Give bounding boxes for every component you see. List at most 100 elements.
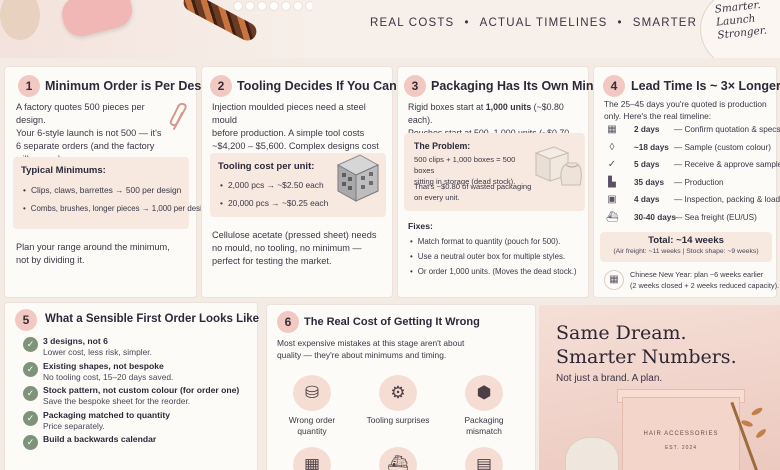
fix-item: Match format to quantity (pouch for 500)… [410,236,561,248]
problem-cost-text: That's ~$0.80 of wasted packaging on ever… [414,182,532,202]
card-title: What a Sensible First Order Looks Like [45,313,260,325]
panel-title: The Problem: [414,141,471,151]
tagline-separator: • [464,17,470,29]
card-title: Minimum Order is Per Design [45,79,221,93]
bow-decoration [0,0,40,40]
timeline-days: 4 days [634,195,660,204]
timeline-row: 5 days — Receive & approve sample [634,160,780,169]
minimum-item: Clips, claws, barrettes → 500 per design [23,184,181,196]
step-number: 6 [277,311,299,333]
order-tip-detail: Price separately. [43,420,105,431]
total-panel: Total: ~14 weeks (Air freight: ~11 weeks… [600,232,772,262]
timeline-days: ~18 days [634,142,669,152]
gear-icon: ⚙ [379,375,417,411]
timeline-step: — Receive & approve sample [674,160,780,169]
timeline-step: — Sample (custom colour) [674,142,771,152]
promo-headline: Same Dream. Smarter Numbers. [556,322,737,368]
check-icon: ✓ [23,386,38,401]
ship-icon: ⛴ [606,211,619,223]
badge-text: Smarter. Launch Stronger. [714,0,768,42]
cube-icon: ⬢ [465,375,503,411]
pouch-image [565,437,619,470]
header-banner: REAL COSTS•ACTUAL TIMELINES•SMARTER DECI… [0,0,780,58]
tagline-actual-timelines: ACTUAL TIMELINES [479,17,608,29]
minimums-panel: Typical Minimums: Clips, claws, barrette… [13,157,211,229]
drop-icon: ◊ [609,141,615,153]
step-number: 2 [210,75,232,97]
leaf-decoration [750,406,764,417]
ship-icon: ⛴ [379,447,417,470]
card-footer: Cellulose acetate (pressed sheet) needs n… [212,230,377,266]
check-icon: ✓ [23,435,38,450]
minimum-item: Combs, brushes, longer pieces → 1,000 pe… [23,203,211,215]
box-label: HAIR ACCESSORIES [643,431,719,437]
step-number: 3 [404,75,426,97]
order-tip-title: Build a backwards calendar [43,434,157,444]
step-number: 1 [18,75,40,97]
mistake-label: Wrong order quantity [288,415,336,436]
card-title: The Real Cost of Getting It Wrong [304,316,480,328]
order-tip-title: Existing shapes, not bespoke [43,360,164,371]
timeline-row: 30-40 days— Sea freight (EU/US) [634,213,757,222]
check-icon: ✓ [23,410,38,426]
order-tip-title: 3 designs, not 6 [43,336,108,346]
factory-icon: ▙ [608,176,616,188]
calculator-icon: ▤ [465,447,503,470]
coins-icon: ⛁ [293,375,331,411]
promo-panel: Same Dream. Smarter Numbers. Not just a b… [539,305,780,470]
fix-item: Use a neutral outer box for multiple sty… [410,251,565,263]
total-alternatives: (Air freight: ~11 weeks | Stock shape: ~… [613,248,759,255]
card-packaging: 3 Packaging Has Its Own Minimum Rigid bo… [397,66,627,298]
card-footer: Plan your range around the minimum, not b… [16,242,170,265]
timeline-days: 5 days [634,160,660,169]
claw-clip-decoration [58,0,136,40]
order-tip-title: Packaging matched to quantity [43,409,171,420]
order-tip-detail: Save the bespoke sheet for the reorder. [43,396,191,406]
card-intro: The 25–45 days you're quoted is producti… [604,99,767,121]
card-cost-wrong: 6 The Real Cost of Getting It Wrong Most… [266,304,536,470]
mould-icon [330,151,382,205]
card-first-order: 5 What a Sensible First Order Looks Like… [4,302,260,470]
order-tip-detail: Lower cost, less risk, simpler. [43,347,152,357]
card-minimum-order: 1 Minimum Order is Per Design A factory … [4,66,220,298]
step-number: 5 [15,309,37,331]
card-lead-time: 4 Lead Time Is ~ 3× Longer The 25–45 day… [593,66,780,298]
tagline-real-costs: REAL COSTS [370,17,455,29]
timeline-days: 35 days [634,177,665,187]
problem-panel: The Problem: 500 clips + 1,000 boxes = 5… [404,133,585,211]
order-tip-detail: No tooling cost, 15–20 days saved. [43,371,174,382]
tooling-cost-row: 20,000 pcs → ~$0.25 each [220,197,328,209]
check-icon: ✓ [23,337,38,352]
panel-title: Tooling cost per unit: [218,161,315,172]
mistake-label: Tooling surprises [366,415,430,425]
calendar-icon: ▦ [293,447,331,470]
card-intro: Most expensive mistakes at this stage ar… [277,338,465,360]
fix-item: Or order 1,000 units. (Moves the dead st… [410,266,577,278]
promo-subline: Not just a brand. A plan. [556,373,663,384]
check-icon: ✓ [23,361,38,377]
card-tooling: 2 Tooling Decides If You Can Start Injec… [201,66,429,298]
tagline-separator: • [617,17,623,29]
calendar-icon: ▦ [604,270,624,290]
step-number: 4 [603,75,625,97]
cny-note: Chinese New Year: plan ~6 weeks earlier(… [630,270,780,290]
timeline-row: 35 days — Production [634,178,724,187]
check-circle-icon: ✓ [607,159,617,170]
timeline-row: 4 days — Inspection, packing & loading [634,195,780,204]
mistake-label: Packaging mismatch [464,415,504,436]
timeline-days: 2 days [634,125,660,134]
timeline-row: 2 days — Confirm quotation & specs [634,125,780,134]
timeline-row: ~18 days — Sample (custom colour) [634,143,771,152]
tooling-cost-row: 2,000 pcs → ~$2.50 each [220,179,324,191]
total-weeks: Total: ~14 weeks [648,235,724,246]
order-tip-title: Stock pattern, not custom colour (for or… [43,385,240,395]
calendar-icon: ▦ [607,124,617,135]
panel-title: Typical Minimums: [21,165,106,176]
box-est: EST. 2024 [664,445,698,451]
pearl-clip-decoration [232,0,312,12]
timeline-step: — Production [674,177,724,187]
timeline-days: 30-40 days [634,212,676,222]
timeline-step: — Sea freight (EU/US) [674,212,757,222]
fixes-title: Fixes: [408,221,433,231]
leaf-decoration [754,427,768,440]
